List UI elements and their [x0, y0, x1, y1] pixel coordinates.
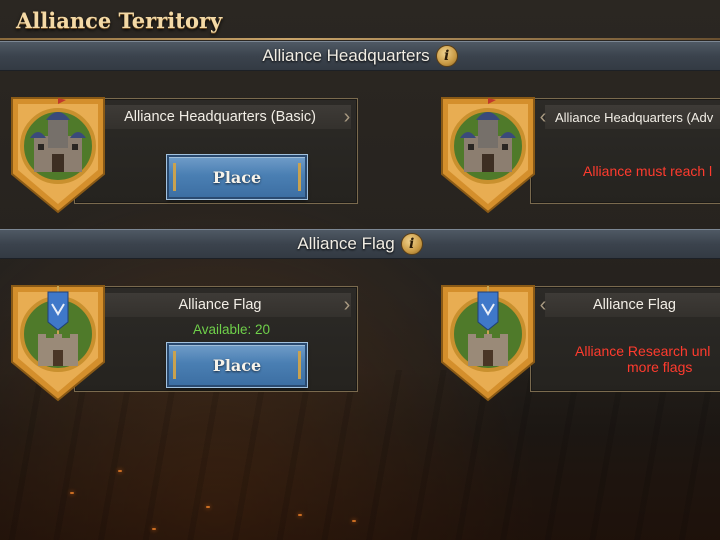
ember-particle — [70, 492, 74, 494]
ember-particle — [118, 470, 122, 472]
background-decoration — [0, 370, 720, 540]
card-header: ‹ Alliance Flag › — [84, 293, 353, 317]
chevron-left-icon[interactable]: ‹ — [537, 294, 549, 316]
info-icon[interactable]: i — [435, 45, 458, 67]
alliance-flag-card: ‹ Alliance Flag › Available: 20 Place — [0, 284, 360, 402]
requirement-warning: Alliance must reach l — [583, 163, 713, 179]
requirement-warning: Alliance Research unl — [575, 343, 711, 359]
requirement-warning-line2: more flags — [627, 359, 693, 375]
section-header-headquarters: Alliance Headquarters i — [0, 41, 720, 71]
info-icon[interactable]: i — [400, 233, 423, 255]
ember-particle — [152, 528, 156, 530]
place-button[interactable]: Place — [166, 342, 308, 388]
card-header: ‹ Alliance Headquarters (Basic) › — [84, 105, 353, 129]
card-panel: ‹ Alliance Flag Alliance Research unl mo… — [530, 286, 720, 392]
card-name: Alliance Headquarters (Adv — [555, 109, 714, 125]
headquarters-badge-icon — [441, 97, 535, 214]
window-title: Alliance Territory — [16, 8, 223, 33]
section-header-flag: Alliance Flag i — [0, 229, 720, 259]
ember-particle — [206, 506, 210, 508]
card-name: Alliance Flag — [178, 297, 262, 313]
hq-advanced-card: ‹ Alliance Headquarters (Adv Alliance mu… — [430, 96, 720, 214]
card-name: Alliance Flag — [592, 297, 676, 313]
card-name: Alliance Headquarters (Basic) — [124, 109, 316, 125]
flag-badge-icon — [11, 285, 105, 402]
card-panel: ‹ Alliance Headquarters (Basic) › Place — [74, 98, 358, 204]
flag-badge-icon — [441, 285, 535, 402]
ember-particle — [352, 520, 356, 522]
section-title: Alliance Headquarters — [262, 46, 430, 65]
alliance-flag-card-locked: ‹ Alliance Flag Alliance Research unl mo… — [430, 284, 720, 402]
card-panel: ‹ Alliance Flag › Available: 20 Place — [74, 286, 358, 392]
chevron-right-icon[interactable]: › — [341, 106, 353, 128]
available-count: Available: 20 — [193, 322, 271, 337]
card-header: ‹ Alliance Headquarters (Adv — [540, 105, 720, 129]
title-divider — [0, 38, 720, 40]
card-panel: ‹ Alliance Headquarters (Adv Alliance mu… — [530, 98, 720, 204]
chevron-right-icon[interactable]: › — [341, 294, 353, 316]
ember-particle — [298, 514, 302, 516]
place-button[interactable]: Place — [166, 154, 308, 200]
headquarters-badge-icon — [11, 97, 105, 214]
chevron-left-icon[interactable]: ‹ — [537, 106, 549, 128]
section-title: Alliance Flag — [297, 234, 395, 253]
hq-basic-card: ‹ Alliance Headquarters (Basic) › Place — [0, 96, 360, 214]
card-header: ‹ Alliance Flag — [540, 293, 720, 317]
